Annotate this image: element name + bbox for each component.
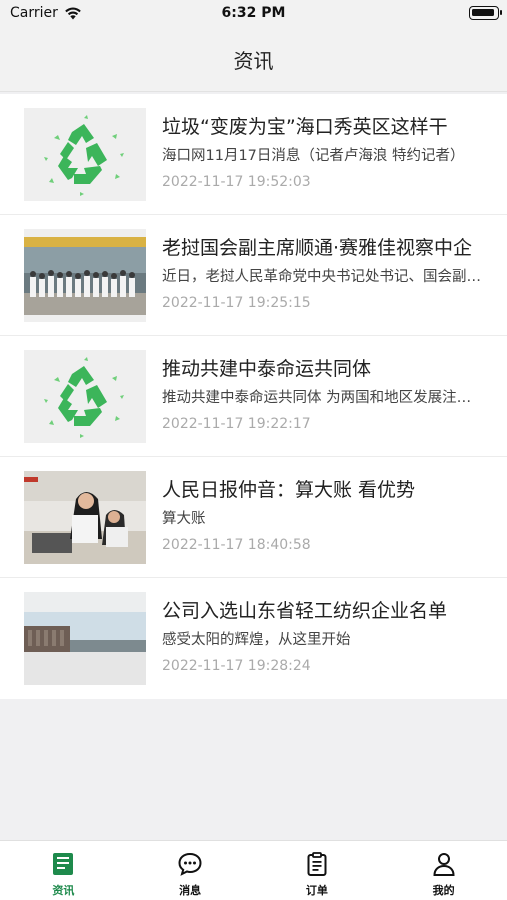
chat-bubble-icon bbox=[176, 850, 204, 878]
news-item[interactable]: 公司入选山东省轻工纺织企业名单 感受太阳的辉煌，从这里开始 2022-11-17… bbox=[0, 578, 507, 699]
news-timestamp: 2022-11-17 19:25:15 bbox=[162, 295, 311, 311]
nav-bar: 资讯 bbox=[0, 28, 507, 92]
news-title: 公司入选山东省轻工纺织企业名单 bbox=[162, 600, 448, 622]
page-title: 资讯 bbox=[233, 49, 274, 73]
news-thumbnail-recycle bbox=[24, 350, 146, 443]
news-thumbnail-group-photo bbox=[24, 229, 146, 322]
news-text: 垃圾“变废为宝”海口秀英区这样干 海口网11月17日消息（记者卢海浪 特约记者）… bbox=[162, 112, 482, 192]
news-title: 老挝国会副主席顺通·赛雅佳视察中企 bbox=[162, 237, 473, 259]
news-text: 推动共建中泰命运共同体 推动共建中泰命运共同体 为两国和地区发展注入新动力 20… bbox=[162, 354, 482, 434]
building-photo-image bbox=[24, 592, 146, 685]
tab-messages[interactable]: 消息 bbox=[127, 841, 254, 900]
recycle-icon bbox=[24, 350, 146, 443]
news-timestamp: 2022-11-17 19:22:17 bbox=[162, 416, 311, 432]
person-icon bbox=[430, 850, 458, 878]
news-summary: 算大账 bbox=[162, 511, 206, 527]
news-text: 老挝国会副主席顺通·赛雅佳视察中企 近日，老挝人民革命党中央书记处书记、国会副主… bbox=[162, 233, 482, 313]
tab-label: 我的 bbox=[432, 884, 455, 897]
battery-icon bbox=[469, 6, 502, 20]
tab-label: 资讯 bbox=[52, 884, 75, 897]
news-timestamp: 2022-11-17 19:28:24 bbox=[162, 658, 311, 674]
news-timestamp: 2022-11-17 18:40:58 bbox=[162, 537, 311, 553]
group-photo-image bbox=[24, 229, 146, 322]
tab-orders[interactable]: 订单 bbox=[254, 841, 381, 900]
news-text: 人民日报仲音：算大账 看优势 算大账 2022-11-17 18:40:58 bbox=[162, 475, 482, 555]
news-thumbnail-recycle bbox=[24, 108, 146, 201]
news-summary: 推动共建中泰命运共同体 为两国和地区发展注入新动力 bbox=[162, 390, 482, 406]
news-item[interactable]: 垃圾“变废为宝”海口秀英区这样干 海口网11月17日消息（记者卢海浪 特约记者）… bbox=[0, 94, 507, 215]
news-item[interactable]: 人民日报仲音：算大账 看优势 算大账 2022-11-17 18:40:58 bbox=[0, 457, 507, 578]
office-photo-image bbox=[24, 471, 146, 564]
tab-news[interactable]: 资讯 bbox=[0, 841, 127, 900]
status-bar: Carrier 6:32 PM bbox=[0, 0, 507, 28]
news-item[interactable]: 推动共建中泰命运共同体 推动共建中泰命运共同体 为两国和地区发展注入新动力 20… bbox=[0, 336, 507, 457]
news-title: 推动共建中泰命运共同体 bbox=[162, 358, 372, 380]
order-clipboard-icon bbox=[303, 850, 331, 878]
news-item[interactable]: 老挝国会副主席顺通·赛雅佳视察中企 近日，老挝人民革命党中央书记处书记、国会副主… bbox=[0, 215, 507, 336]
news-list: 垃圾“变废为宝”海口秀英区这样干 海口网11月17日消息（记者卢海浪 特约记者）… bbox=[0, 94, 507, 699]
status-time: 6:32 PM bbox=[221, 5, 286, 21]
recycle-icon bbox=[24, 108, 146, 201]
news-summary: 海口网11月17日消息（记者卢海浪 特约记者） bbox=[162, 148, 465, 164]
news-thumbnail-building bbox=[24, 592, 146, 685]
news-summary: 感受太阳的辉煌，从这里开始 bbox=[162, 632, 351, 648]
tab-label: 消息 bbox=[179, 884, 202, 897]
news-text: 公司入选山东省轻工纺织企业名单 感受太阳的辉煌，从这里开始 2022-11-17… bbox=[162, 596, 482, 676]
tab-profile[interactable]: 我的 bbox=[380, 841, 507, 900]
tab-bar: 资讯 消息 订单 我的 bbox=[0, 840, 507, 900]
news-thumbnail-office bbox=[24, 471, 146, 564]
tab-label: 订单 bbox=[305, 884, 328, 897]
news-title: 垃圾“变废为宝”海口秀英区这样干 bbox=[162, 116, 448, 138]
news-book-icon bbox=[49, 850, 77, 878]
news-summary: 近日，老挝人民革命党中央书记处书记、国会副主席 bbox=[162, 269, 482, 285]
news-title: 人民日报仲音：算大账 看优势 bbox=[162, 479, 416, 501]
news-timestamp: 2022-11-17 19:52:03 bbox=[162, 174, 311, 190]
